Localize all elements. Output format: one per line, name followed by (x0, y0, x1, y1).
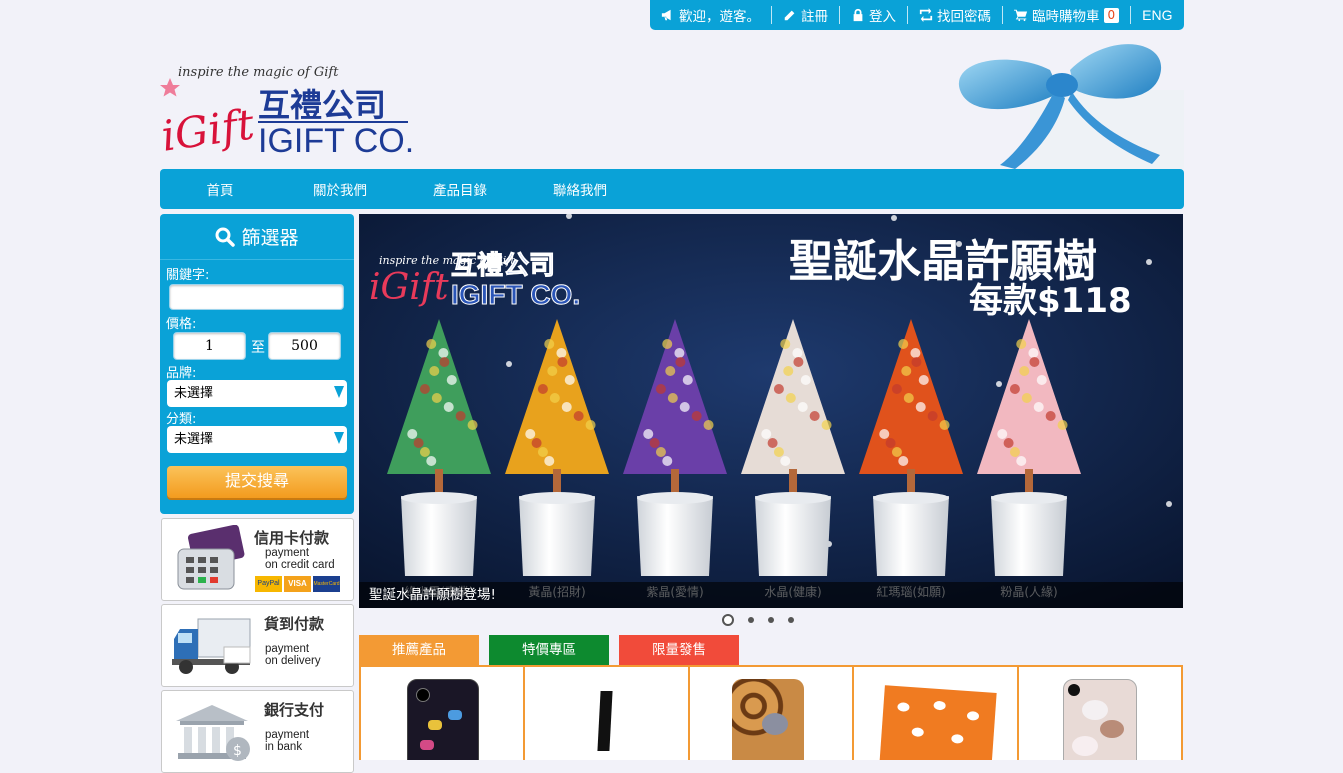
language-switch[interactable]: ENG (1130, 6, 1183, 24)
payment-subtitle-2: in bank (265, 741, 303, 753)
product-card[interactable] (1019, 667, 1181, 760)
top-bar: 歡迎，遊客。 註冊 登入 找回密碼 臨時購物車 0 ENG (650, 0, 1184, 30)
category-select[interactable]: 未選擇 (167, 426, 347, 453)
payment-on-delivery: 貨到付款 payment on delivery (161, 604, 354, 687)
brand-select[interactable]: 未選擇 (167, 380, 347, 407)
slide-headline: 聖誕水晶許願樹 (789, 236, 1097, 287)
search-icon (215, 227, 236, 247)
slide-logo-english: IGIFT CO. (451, 279, 580, 310)
ribbon-banner-image (890, 30, 1184, 169)
logo-chinese: 互禮公司 (258, 86, 386, 124)
chevron-down-icon (334, 386, 344, 398)
cart-label: 臨時購物車 (1032, 9, 1100, 25)
logo-english: IGIFT CO. (258, 122, 414, 160)
price-min-input[interactable]: 1 (173, 332, 246, 360)
product-image-plush-case (1062, 679, 1137, 760)
price-max-input[interactable]: 500 (268, 332, 341, 360)
paypal-logo: PayPal (255, 576, 282, 592)
chevron-down-icon (334, 432, 344, 444)
keyword-input[interactable] (169, 284, 344, 310)
mastercard-logo: MasterCard (313, 576, 340, 592)
price-label: 價格: (166, 317, 197, 332)
slider-dot[interactable] (788, 617, 794, 623)
megaphone-icon (661, 9, 671, 21)
tab-recommended[interactable]: 推薦產品 (359, 635, 479, 665)
register-label: 註冊 (801, 9, 828, 25)
payment-title: 信用卡付款 (254, 529, 330, 547)
star-icon (160, 78, 180, 97)
recover-label: 找回密碼 (937, 9, 991, 25)
lock-icon (853, 8, 863, 22)
filter-title: 篩選器 (241, 227, 299, 249)
product-image-leopard-case (731, 679, 804, 760)
product-card[interactable] (690, 667, 855, 760)
payment-in-bank: $ 銀行支付 payment in bank (161, 690, 354, 773)
logo-script: iGift (158, 99, 257, 160)
slider-dot[interactable] (748, 617, 754, 623)
nav-catalog[interactable]: 產品目錄 (400, 179, 520, 199)
credit-card-terminal-icon (177, 525, 245, 590)
slider-dot[interactable] (768, 617, 774, 623)
bank-icon: $ (176, 705, 250, 761)
register-link[interactable]: 註冊 (771, 6, 839, 25)
logo-tagline: inspire the magic of Gift (178, 65, 339, 80)
recover-password-link[interactable]: 找回密碼 (907, 6, 1002, 25)
pencil-icon (784, 10, 795, 21)
nav-about[interactable]: 關於我們 (280, 179, 400, 199)
payment-subtitle-1: payment (265, 729, 310, 741)
product-image-phone-case-dark (407, 679, 479, 760)
login-label: 登入 (869, 9, 896, 25)
retweet-icon (919, 8, 933, 22)
card-brand-logos: PayPal VISA MasterCard (255, 576, 340, 592)
product-grid (359, 665, 1183, 760)
product-card[interactable] (525, 667, 690, 760)
category-label: 分類: (166, 412, 197, 427)
tab-specials[interactable]: 特價專區 (489, 635, 609, 665)
payment-subtitle-2: on credit card (265, 559, 335, 571)
cart-icon (1014, 9, 1028, 22)
slide-image: inspire the magic of Gift iGift 互禮公司 IGI… (359, 214, 1183, 608)
tab-limited[interactable]: 限量發售 (619, 635, 739, 665)
welcome-item: 歡迎，遊客。 (650, 6, 771, 25)
payment-title: 貨到付款 (264, 615, 325, 633)
slider-dots (722, 614, 794, 626)
payment-subtitle-1: payment (265, 643, 310, 655)
site-logo[interactable]: inspire the magic of Gift iGift 互禮公司 IGI… (158, 56, 418, 162)
visa-logo: VISA (284, 576, 311, 592)
promo-slider[interactable]: inspire the magic of Gift iGift 互禮公司 IGI… (359, 214, 1183, 608)
delivery-truck-icon (172, 618, 251, 674)
slide-logo-script: iGift (369, 267, 449, 308)
payment-title: 銀行支付 (264, 701, 325, 719)
payment-subtitle-2: on delivery (265, 655, 321, 667)
payment-subtitle-1: payment (265, 547, 310, 559)
product-image-orange-towel (879, 685, 997, 760)
slide-price: 每款$118 (969, 281, 1132, 321)
welcome-text: 歡迎，遊客。 (679, 9, 760, 25)
product-image-black-stick (597, 691, 613, 751)
login-link[interactable]: 登入 (839, 6, 907, 25)
payment-credit-card: 信用卡付款 payment on credit card PayPal VISA… (161, 518, 354, 601)
keyword-label: 關鍵字: (166, 268, 210, 283)
cart-count-badge: 0 (1103, 7, 1120, 23)
nav-home[interactable]: 首頁 (160, 179, 280, 199)
category-select-value: 未選擇 (174, 432, 214, 447)
price-to-label: 至 (251, 340, 265, 356)
cart-link[interactable]: 臨時購物車 0 (1002, 6, 1130, 25)
submit-search-button[interactable]: 提交搜尋 (167, 466, 347, 498)
dollar-icon: $ (233, 743, 242, 759)
nav-contact[interactable]: 聯絡我們 (520, 179, 640, 199)
slider-dot[interactable] (722, 614, 734, 626)
filter-header: 篩選器 (160, 214, 354, 260)
brand-label: 品牌: (166, 366, 197, 381)
product-card[interactable] (361, 667, 526, 760)
filter-panel: 篩選器 關鍵字: 價格: 1 至 500 品牌: 未選擇 分類: 未選擇 提交搜… (160, 214, 354, 514)
product-card[interactable] (854, 667, 1019, 760)
slide-logo-chinese: 互禮公司 (451, 251, 555, 281)
brand-select-value: 未選擇 (174, 386, 214, 401)
slide-caption: 聖誕水晶許願樹登場! (359, 582, 1183, 608)
main-nav: 首頁 關於我們 產品目錄 聯絡我們 (160, 169, 1184, 209)
